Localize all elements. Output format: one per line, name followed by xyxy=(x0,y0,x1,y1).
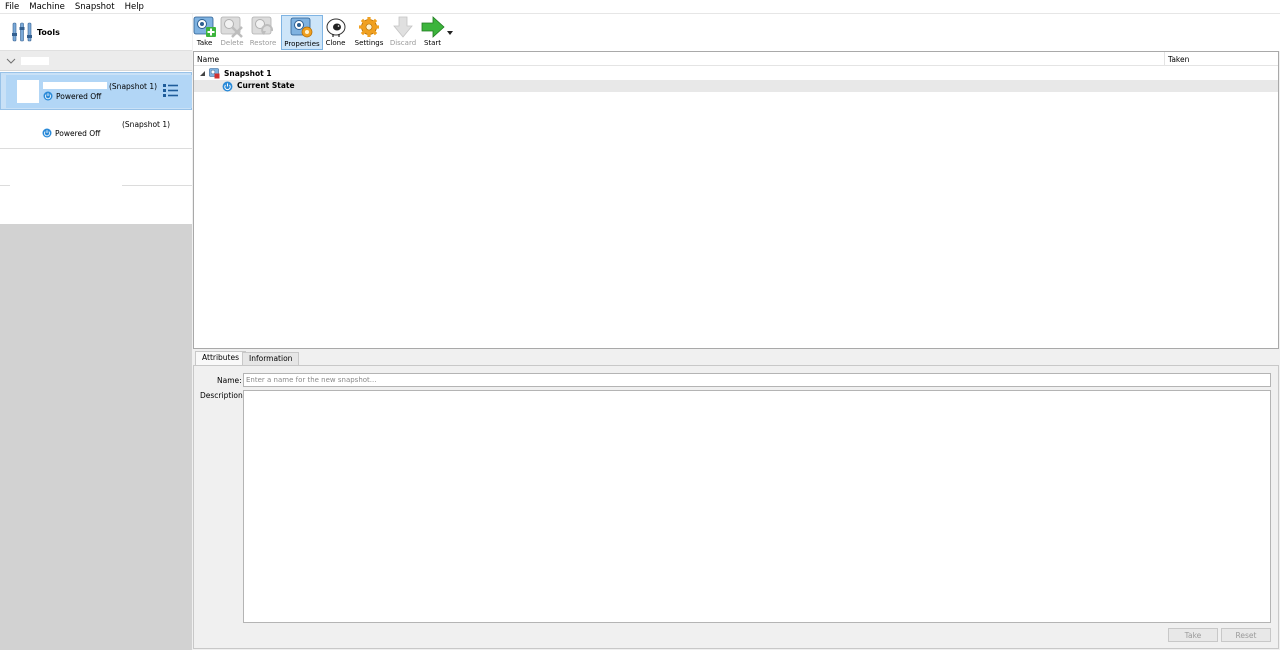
vm-item[interactable]: (Snapshot 1) Powered Off xyxy=(0,111,192,149)
tab-information[interactable]: Information xyxy=(242,352,300,365)
start-arrow-icon xyxy=(421,16,445,38)
snapshot-icon xyxy=(209,68,220,79)
description-textarea[interactable] xyxy=(243,390,1271,623)
discard-arrow-icon xyxy=(393,16,413,38)
snapshot-tree: Name Taken Snapshot 1 Current State xyxy=(193,51,1279,349)
menu-bar: File Machine Snapshot Help xyxy=(0,0,1280,14)
properties-button[interactable]: Properties xyxy=(281,15,323,50)
start-dropdown-icon[interactable] xyxy=(447,31,453,35)
vm-os-icon xyxy=(17,80,39,103)
restore-button[interactable]: Restore xyxy=(248,15,278,50)
settings-label: Settings xyxy=(354,39,384,47)
divider xyxy=(0,148,192,149)
discard-label: Discard xyxy=(389,39,417,47)
clone-button[interactable]: Clone xyxy=(324,15,347,50)
attributes-panel: Name: Description: Take Reset xyxy=(193,365,1279,649)
tools-label: Tools xyxy=(37,28,60,37)
tree-row-current-state[interactable]: Current State xyxy=(194,80,1278,92)
clone-sheep-icon xyxy=(326,18,346,37)
group-name xyxy=(21,57,49,65)
vm-list: (Snapshot 1) Powered Off (Snapshot 1) Po… xyxy=(0,71,192,224)
restore-snapshot-icon xyxy=(251,16,274,35)
power-off-icon xyxy=(42,128,52,138)
tree-row-snapshot[interactable]: Snapshot 1 xyxy=(194,68,1278,80)
take-label: Take xyxy=(196,39,213,47)
vm-state-label: Powered Off xyxy=(55,129,101,138)
machine-list-pane: Tools (Snapshot 1) Powered Off (Snapshot… xyxy=(0,14,192,650)
tools-icon xyxy=(12,22,32,42)
tree-expander-icon[interactable] xyxy=(200,71,206,77)
vm-name xyxy=(43,82,107,89)
snapshot-name-input[interactable] xyxy=(243,373,1271,387)
details-menu-icon[interactable] xyxy=(162,82,179,99)
menu-help[interactable]: Help xyxy=(120,0,149,14)
details-pane: Attributes Information Name: Description… xyxy=(193,350,1279,650)
group-header[interactable] xyxy=(0,51,192,71)
snapshot-name: Snapshot 1 xyxy=(224,69,272,78)
column-header-taken[interactable]: Taken xyxy=(1168,55,1189,64)
properties-icon xyxy=(290,17,313,38)
power-off-icon xyxy=(43,91,53,101)
menu-machine[interactable]: Machine xyxy=(24,0,70,14)
tree-header: Name Taken xyxy=(194,52,1278,66)
take-button[interactable]: Take xyxy=(193,15,216,50)
take-button-footer[interactable]: Take xyxy=(1168,628,1218,642)
chevron-down-icon[interactable] xyxy=(5,55,17,67)
settings-button[interactable]: Settings xyxy=(354,15,384,50)
vm-snapshot-label: (Snapshot 1) xyxy=(122,120,171,129)
divider xyxy=(122,185,192,186)
column-header-name[interactable]: Name xyxy=(197,55,219,64)
start-label: Start xyxy=(423,39,442,47)
menu-snapshot[interactable]: Snapshot xyxy=(70,0,120,14)
vm-state-label: Powered Off xyxy=(56,92,102,101)
clone-label: Clone xyxy=(325,39,346,47)
start-button[interactable]: Start xyxy=(420,15,445,50)
name-label: Name: xyxy=(217,376,242,385)
snapshot-toolbar: Take Delete Restore Properties Clone Set… xyxy=(193,14,1280,51)
reset-button[interactable]: Reset xyxy=(1221,628,1271,642)
discard-button[interactable]: Discard xyxy=(389,15,417,50)
vm-snapshot-label: (Snapshot 1) xyxy=(109,82,158,91)
divider xyxy=(0,185,10,186)
settings-gear-icon xyxy=(359,17,379,37)
delete-snapshot-icon xyxy=(220,16,243,38)
vm-item-selected[interactable]: (Snapshot 1) Powered Off xyxy=(0,72,192,110)
delete-label: Delete xyxy=(220,39,244,47)
restore-label: Restore xyxy=(249,39,277,47)
take-snapshot-icon xyxy=(193,16,216,37)
delete-button[interactable]: Delete xyxy=(219,15,245,50)
menu-file[interactable]: File xyxy=(0,0,24,14)
tab-attributes[interactable]: Attributes xyxy=(195,351,247,366)
power-off-icon xyxy=(222,81,233,91)
tools-item[interactable]: Tools xyxy=(0,14,192,51)
current-state-label: Current State xyxy=(237,81,295,90)
description-label: Description: xyxy=(200,391,246,400)
properties-label: Properties xyxy=(284,40,320,48)
